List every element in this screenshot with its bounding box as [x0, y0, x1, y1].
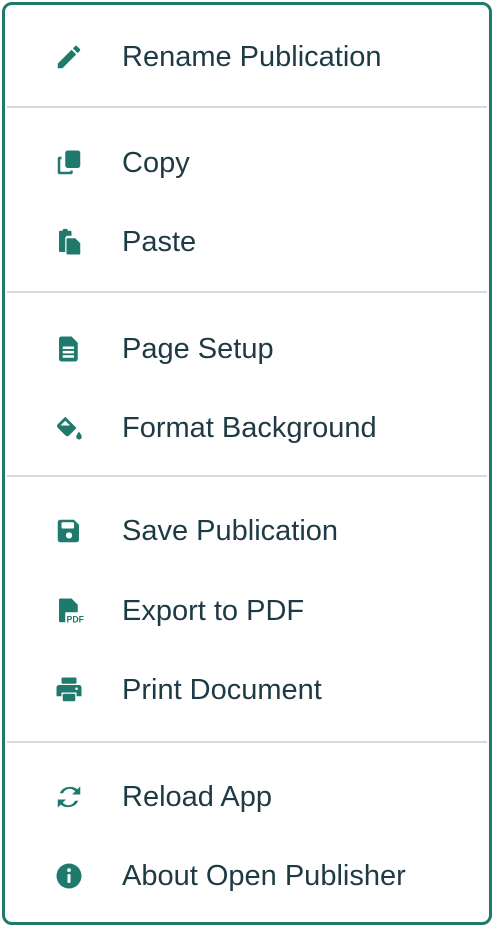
- printer-icon: [53, 674, 85, 706]
- info-icon: [53, 860, 85, 892]
- pencil-icon: [53, 41, 85, 73]
- menu-item-reload-app[interactable]: Reload App: [5, 769, 489, 825]
- svg-text:PDF: PDF: [67, 614, 85, 624]
- menu-item-rename-publication[interactable]: Rename Publication: [5, 29, 489, 85]
- divider: [7, 741, 487, 743]
- menu-item-label: Save Publication: [122, 515, 339, 547]
- paste-icon: [53, 226, 85, 258]
- reload-icon: [53, 781, 85, 813]
- menu-item-label: Export to PDF: [122, 595, 305, 627]
- menu-item-label: Rename Publication: [122, 41, 382, 73]
- menu-item-label: Format Background: [122, 412, 377, 444]
- paint-bucket-icon: [53, 412, 85, 444]
- menu-item-paste[interactable]: Paste: [5, 214, 489, 270]
- save-icon: [53, 515, 85, 547]
- menu-item-page-setup[interactable]: Page Setup: [5, 321, 489, 377]
- menu-item-label: Reload App: [122, 781, 272, 813]
- menu-item-save-publication[interactable]: Save Publication: [5, 503, 489, 559]
- menu-item-label: Copy: [122, 147, 190, 179]
- menu-item-copy[interactable]: Copy: [5, 135, 489, 191]
- menu-item-about-open-publisher[interactable]: About Open Publisher: [5, 848, 489, 904]
- page-setup-icon: [53, 333, 85, 365]
- menu-item-label: Page Setup: [122, 333, 274, 365]
- copy-icon: [53, 147, 85, 179]
- menu-item-print-document[interactable]: Print Document: [5, 662, 489, 718]
- divider: [7, 475, 487, 477]
- menu-item-format-background[interactable]: Format Background: [5, 400, 489, 456]
- menu-item-label: Paste: [122, 226, 197, 258]
- menu-item-label: About Open Publisher: [122, 860, 406, 892]
- pdf-file-icon: PDF: [53, 595, 85, 627]
- menu-item-export-to-pdf[interactable]: PDF Export to PDF: [5, 583, 489, 639]
- divider: [7, 106, 487, 108]
- menu-item-label: Print Document: [122, 674, 322, 706]
- divider: [7, 291, 487, 293]
- context-menu: Rename Publication Copy Paste Page Setup…: [2, 2, 492, 925]
